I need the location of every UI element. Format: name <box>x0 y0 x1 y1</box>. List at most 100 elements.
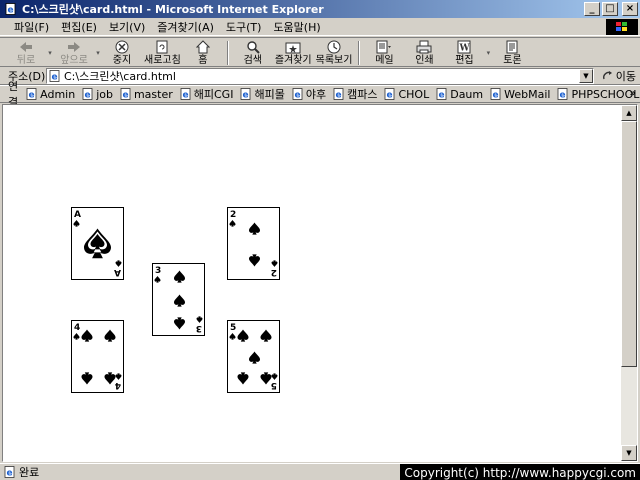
playing-card[interactable]: 22 <box>227 207 280 280</box>
spade-icon <box>154 276 161 283</box>
ie-link-icon: e <box>384 88 396 100</box>
link-item[interactable]: e 해피CGI <box>180 86 233 102</box>
svg-text:e: e <box>52 73 58 83</box>
address-url: C:\스크린샷\card.html <box>64 70 176 83</box>
scroll-thumb[interactable] <box>621 121 637 367</box>
search-button[interactable]: 검색 <box>233 39 273 67</box>
link-label: master <box>133 87 173 101</box>
link-label: 해피몰 <box>254 88 285 101</box>
spade-icon <box>196 316 203 323</box>
spade-icon <box>73 333 80 340</box>
page-done-icon: e <box>4 466 16 478</box>
mail-icon <box>374 39 394 55</box>
scroll-down-icon[interactable]: ▼ <box>621 445 637 461</box>
back-button[interactable]: 뒤로 <box>6 39 46 67</box>
go-button[interactable]: 이동 <box>602 68 636 84</box>
link-item[interactable]: e 야후 <box>292 86 326 102</box>
go-arrow-icon <box>602 69 614 84</box>
card-rank: A <box>74 210 81 220</box>
history-button[interactable]: 목록보기 <box>314 39 355 67</box>
card-rank: 5 <box>230 323 236 333</box>
ie-link-icon: e <box>26 88 38 100</box>
svg-text:e: e <box>85 91 91 101</box>
link-label: Admin <box>40 87 76 101</box>
refresh-button[interactable]: 새로고침 <box>142 39 183 67</box>
standard-toolbar: 뒤로 ▾ 앞으로 ▾ 중지 새로고침 홈 검색 즐겨찾기 목록보기 메일 인쇄 … <box>0 37 640 67</box>
playing-card[interactable]: AA <box>71 207 124 280</box>
svg-text:e: e <box>29 91 35 101</box>
copyright-banner: Copyright(c) http://www.happycgi.com <box>400 464 640 480</box>
windows-logo-icon <box>606 19 638 35</box>
edit-button[interactable]: W 편집 <box>444 39 484 67</box>
link-item[interactable]: e PHPSCHOOL <box>557 88 639 101</box>
spade-icon <box>73 220 80 227</box>
link-item[interactable]: e master <box>120 88 173 101</box>
vertical-scrollbar[interactable]: ▲ ▼ <box>621 105 637 461</box>
menu-edit[interactable]: 편집(E) <box>55 19 103 35</box>
ie-page-icon: e <box>4 2 18 16</box>
menu-favorites[interactable]: 즐겨찾기(A) <box>151 19 220 35</box>
link-item[interactable]: e WebMail <box>490 88 550 101</box>
card-rank: 3 <box>196 323 202 333</box>
link-item[interactable]: e 캠파스 <box>333 86 377 102</box>
link-item[interactable]: e 해피몰 <box>240 86 285 102</box>
menu-help[interactable]: 도움말(H) <box>267 19 326 35</box>
forward-label: 앞으로 <box>60 55 88 66</box>
spade-icon <box>104 329 116 342</box>
home-button[interactable]: 홈 <box>183 39 223 67</box>
status-bar: e 완료 Copyright(c) http://www.happycgi.co… <box>0 463 640 480</box>
discuss-button[interactable]: 토론 <box>492 39 532 67</box>
scroll-up-icon[interactable]: ▲ <box>621 105 637 121</box>
window-title: C:\스크린샷\card.html - Microsoft Internet E… <box>22 3 324 16</box>
link-label: CHOL <box>398 87 430 101</box>
link-item[interactable]: e Daum <box>436 88 483 101</box>
ie-link-icon: e <box>333 88 345 100</box>
forward-dropdown-icon[interactable]: ▾ <box>94 39 102 67</box>
minimize-button[interactable]: _ <box>584 2 600 16</box>
card-rank: 5 <box>271 380 277 390</box>
playing-card[interactable]: 33 <box>152 263 205 336</box>
address-input[interactable]: e C:\스크린샷\card.html ▼ <box>46 68 594 84</box>
menu-view[interactable]: 보기(V) <box>103 19 151 35</box>
toolbar-separator <box>358 41 361 65</box>
spade-icon <box>81 329 93 342</box>
svg-text:e: e <box>294 91 300 101</box>
favorites-label: 즐겨찾기 <box>274 55 312 66</box>
back-dropdown-icon[interactable]: ▾ <box>46 39 54 67</box>
maximize-button[interactable]: □ <box>602 2 618 16</box>
ie-link-icon: e <box>292 88 304 100</box>
page-content: AA22334455 ▲ ▼ <box>2 104 638 462</box>
print-button[interactable]: 인쇄 <box>404 39 444 67</box>
link-item[interactable]: e Admin <box>26 88 75 101</box>
ie-link-icon: e <box>82 88 94 100</box>
ie-link-icon: e <box>490 88 502 100</box>
playing-card[interactable]: 44 <box>71 320 124 393</box>
stop-button[interactable]: 중지 <box>102 39 142 67</box>
link-item[interactable]: e CHOL <box>384 88 429 101</box>
ie-link-icon: e <box>120 88 132 100</box>
links-more-icon[interactable]: » <box>630 88 636 99</box>
playing-card[interactable]: 55 <box>227 320 280 393</box>
home-icon <box>193 39 213 55</box>
address-dropdown-icon[interactable]: ▼ <box>579 69 593 83</box>
favorites-button[interactable]: 즐겨찾기 <box>273 39 314 67</box>
link-item[interactable]: e job <box>82 88 113 101</box>
mail-label: 메일 <box>375 55 394 66</box>
close-button[interactable]: × <box>622 2 638 16</box>
spade-icon <box>229 220 236 227</box>
links-bar: 연결 e Admin e job e master e 해피CGI e 해피몰 e 야후 e 캠파스 e CH… <box>0 80 640 109</box>
menu-tools[interactable]: 도구(T) <box>220 19 268 35</box>
spade-icon <box>249 254 260 267</box>
ie-link-icon: e <box>557 88 569 100</box>
links-list: e Admin e job e master e 해피CGI e 해피몰 e 야후 e 캠파스 e CHOL e… <box>26 86 640 102</box>
edit-dropdown-icon[interactable]: ▾ <box>484 39 492 67</box>
mail-button[interactable]: 메일 <box>364 39 404 67</box>
svg-text:e: e <box>493 91 499 101</box>
forward-button[interactable]: 앞으로 <box>54 39 94 67</box>
card-rank: 2 <box>230 210 236 220</box>
link-label: 캠파스 <box>347 88 378 101</box>
menu-file[interactable]: 파일(F) <box>8 19 55 35</box>
home-label: 홈 <box>198 55 208 66</box>
favorites-folder-icon <box>283 39 303 55</box>
card-rank: A <box>114 267 121 277</box>
